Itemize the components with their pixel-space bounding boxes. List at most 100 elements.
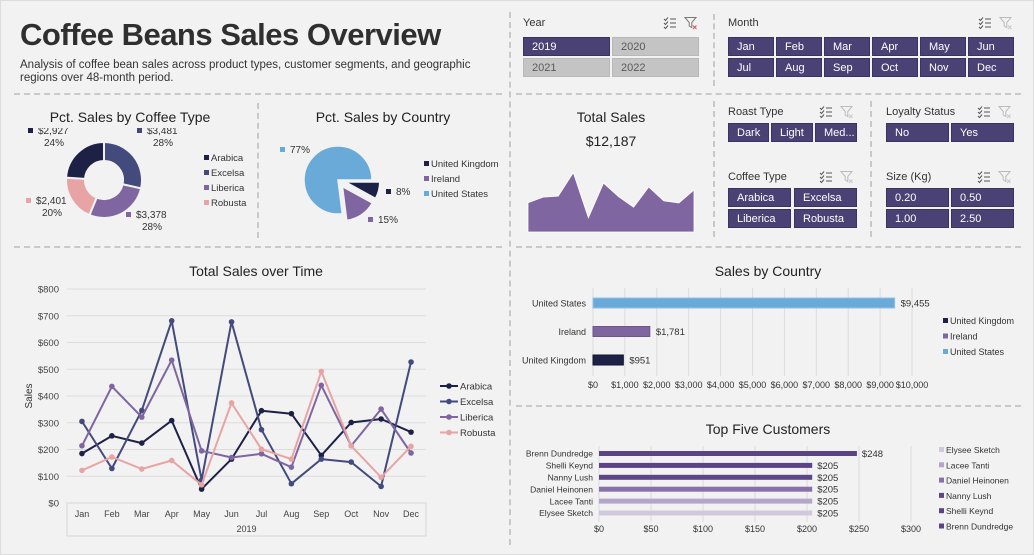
x-tick-label: $10,000 xyxy=(896,380,929,390)
month-option-oct[interactable]: Oct xyxy=(872,58,918,77)
legend-label-shelli-keynd: Shelli Keynd xyxy=(946,506,994,516)
month-option-sep[interactable]: Sep xyxy=(824,58,870,77)
month-option-nov[interactable]: Nov xyxy=(920,58,966,77)
coffee-type-option-arabica[interactable]: Arabica xyxy=(728,188,791,207)
coffee-type-clear-filter-icon[interactable] xyxy=(840,170,854,184)
data-point-liberica xyxy=(228,454,235,461)
data-label-marker xyxy=(386,189,391,194)
size-kg-clear-filter-icon[interactable] xyxy=(998,170,1012,184)
legend-marker-ireland xyxy=(424,176,429,181)
x-tick-label: $100 xyxy=(693,524,713,534)
x-tick-label: $2,000 xyxy=(643,380,671,390)
legend-label-elysee-sketch: Elysee Sketch xyxy=(946,445,1000,455)
size-kg-multi-select-icon[interactable] xyxy=(977,170,991,184)
bar-ireland xyxy=(592,326,651,337)
data-point-robusta xyxy=(198,482,205,488)
category-label: Ireland xyxy=(558,327,586,337)
coffee-type-chart-title: Pct. Sales by Coffee Type xyxy=(49,109,211,125)
roast-type-clear-filter-icon[interactable] xyxy=(840,105,854,119)
loyalty-status-option-no[interactable]: No xyxy=(886,123,949,142)
legend-marker-excelsa xyxy=(446,398,452,405)
divider xyxy=(14,246,502,248)
x-tick-label: $150 xyxy=(745,524,765,534)
y-tick-label: $200 xyxy=(38,445,59,456)
legend-label-nanny-lush: Nanny Lush xyxy=(946,491,992,501)
x-tick-label: Jul xyxy=(256,509,268,519)
data-point-excelsa xyxy=(79,418,85,425)
x-tick-label: $8,000 xyxy=(834,380,862,390)
legend-label-ireland: Ireland xyxy=(431,174,460,185)
month-option-dec[interactable]: Dec xyxy=(968,58,1014,77)
coffee-type-option-liberica[interactable]: Liberica xyxy=(728,209,791,228)
roast-type-option-dark[interactable]: Dark xyxy=(728,123,769,142)
x-tick-label: $250 xyxy=(849,524,869,534)
x-tick-label: $3,000 xyxy=(675,380,703,390)
legend-marker-arabica xyxy=(446,383,452,389)
month-option-aug[interactable]: Aug xyxy=(776,58,822,77)
data-point-arabica xyxy=(168,417,175,424)
roast-type-option-med[interactable]: Med... xyxy=(815,123,857,142)
month-option-mar[interactable]: Mar xyxy=(824,37,870,56)
legend-marker-shelli-keynd xyxy=(939,508,944,514)
month-option-feb[interactable]: Feb xyxy=(776,37,822,56)
bar-brenn-dundredge xyxy=(599,451,857,456)
legend-marker-lacee-tanti xyxy=(939,462,944,468)
legend-marker-elysee-sketch xyxy=(939,447,944,452)
year-option-2021[interactable]: 2021 xyxy=(523,58,610,77)
legend-marker-united-states xyxy=(943,349,948,354)
data-point-excelsa xyxy=(258,426,265,433)
bar-value-label: $205 xyxy=(817,509,838,520)
data-point-liberica xyxy=(109,383,115,390)
month-option-jan[interactable]: Jan xyxy=(728,37,774,56)
year-option-2020[interactable]: 2020 xyxy=(612,37,699,56)
year-option-2022[interactable]: 2022 xyxy=(612,58,699,77)
bar-united-states xyxy=(592,297,896,309)
legend-marker-robusta xyxy=(204,200,209,205)
size-kg-option-0-50[interactable]: 0.50 xyxy=(951,188,1014,207)
month-option-may[interactable]: May xyxy=(920,37,966,56)
year-multi-select-icon[interactable] xyxy=(663,16,677,30)
size-kg-option-2-50[interactable]: 2.50 xyxy=(951,209,1014,228)
category-label: Nanny Lush xyxy=(548,473,594,483)
top-customers-title: Top Five Customers xyxy=(705,421,831,437)
legend-label-excelsa: Excelsa xyxy=(211,168,245,179)
roast-type-option-light[interactable]: Light xyxy=(771,123,813,142)
x-tick-label: Feb xyxy=(104,509,120,519)
coffee-type-slicer-title: Coffee Type xyxy=(728,171,787,183)
coffee-type-multi-select-icon[interactable] xyxy=(819,170,833,184)
data-point-arabica xyxy=(258,407,265,414)
legend-label-liberica: Liberica xyxy=(460,413,494,424)
month-option-jul[interactable]: Jul xyxy=(728,58,774,77)
data-point-liberica xyxy=(408,450,414,456)
category-label: United Kingdom xyxy=(522,356,586,366)
y-tick-label: $400 xyxy=(38,392,59,403)
category-label: Shelli Keynd xyxy=(546,461,594,471)
roast-type-multi-select-icon[interactable] xyxy=(819,105,833,119)
legend-marker-brenn-dundredge xyxy=(939,523,944,529)
loyalty-status-option-yes[interactable]: Yes xyxy=(951,123,1014,142)
coffee-type-option-excelsa[interactable]: Excelsa xyxy=(794,188,857,207)
year-clear-filter-icon[interactable] xyxy=(684,16,698,30)
size-kg-option-1-00[interactable]: 1.00 xyxy=(886,209,949,228)
x-tick-label: $1,000 xyxy=(611,380,639,390)
loyalty-status-clear-filter-icon[interactable] xyxy=(998,105,1012,119)
bar-value-label: $205 xyxy=(817,485,838,496)
donut-pct-label: 20% xyxy=(42,208,62,219)
bar-value-label: $205 xyxy=(817,497,838,508)
bar-united-kingdom xyxy=(592,354,624,366)
month-clear-filter-icon[interactable] xyxy=(999,16,1013,30)
month-option-apr[interactable]: Apr xyxy=(872,37,918,56)
x-tick-label: Mar xyxy=(134,509,150,519)
year-option-2019[interactable]: 2019 xyxy=(523,37,610,56)
pie-pct-label: 77% xyxy=(290,145,310,156)
coffee-type-option-robusta[interactable]: Robusta xyxy=(794,209,857,228)
month-multi-select-icon[interactable] xyxy=(978,16,992,30)
month-option-jun[interactable]: Jun xyxy=(968,37,1014,56)
size-kg-option-0-20[interactable]: 0.20 xyxy=(886,188,949,207)
loyalty-status-multi-select-icon[interactable] xyxy=(977,105,991,119)
x-axis-title: 2019 xyxy=(236,524,256,534)
data-point-liberica xyxy=(378,406,384,412)
legend-label-robusta: Robusta xyxy=(460,428,496,439)
x-tick-label: Sep xyxy=(313,509,329,519)
legend-label-liberica: Liberica xyxy=(211,183,245,194)
